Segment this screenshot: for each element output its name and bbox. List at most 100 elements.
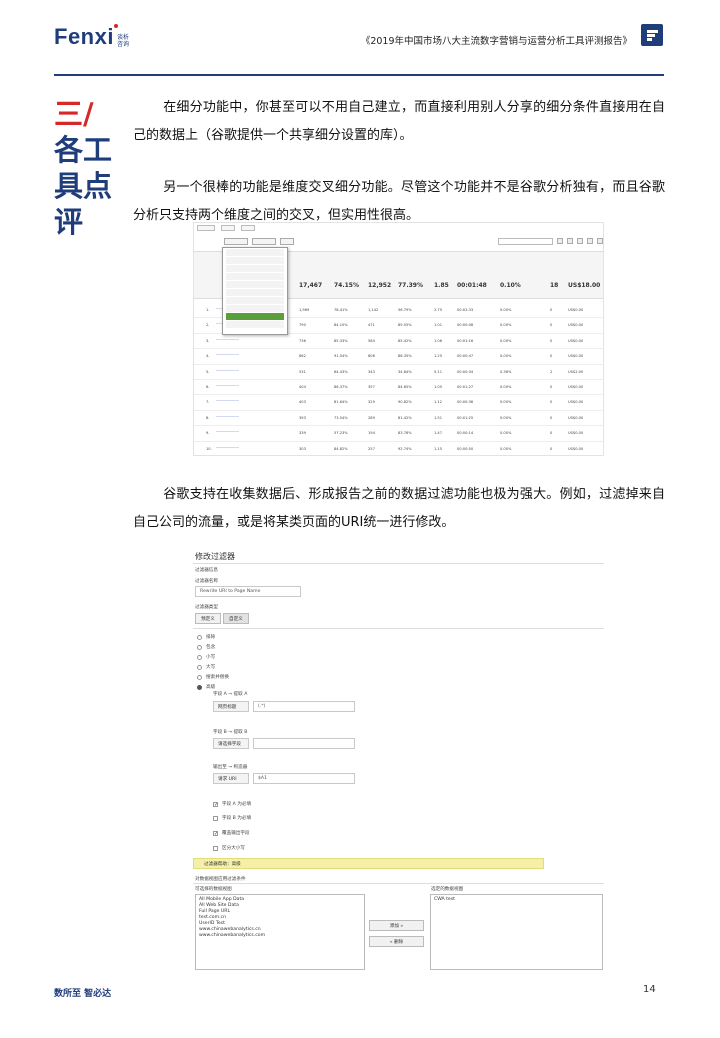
row-metric: 357 [368,384,375,389]
section-title-line-2: 具点 [54,169,113,203]
row-metric: 56.79% [398,308,412,312]
table-row: 9. ‒‒‒‒‒‒‒‒‒‒ 339 57.23% 194 83.78% 1.47 00:00:… [194,426,603,442]
row-metric: US$0.00 [568,431,584,436]
remove-view-button[interactable]: « 删除 [369,936,424,947]
row-page-link[interactable]: ‒‒‒‒‒‒‒‒‒‒ [216,398,278,403]
section-number: 三/ [54,97,94,131]
row-index: 5. [206,369,210,374]
row-page-link[interactable]: ‒‒‒‒‒‒‒‒‒‒ [216,352,278,357]
row-metric: 2.75 [434,308,443,312]
row-metric: 0 [550,384,553,389]
row-metric: 662 [299,354,306,359]
row-index: 4. [206,354,210,359]
row-metric: 2 [550,369,553,374]
row-index: 2. [206,323,210,328]
field-b-select[interactable]: 请选择字段 [213,738,249,749]
row-metric: 86.35% [398,354,412,359]
custom-button[interactable]: 自定义 [223,613,249,624]
row-metric: 00:00:34 [457,369,474,374]
list-item[interactable]: www.chinawebanalytics.com [199,933,361,939]
section-title-line-3: 评 [54,205,84,239]
row-metric: 584 [368,338,375,343]
row-page-link[interactable]: ‒‒‒‒‒‒‒‒‒‒ [216,337,278,342]
row-metric: 0.00% [500,431,512,436]
row-metric: 790 [299,323,306,328]
predefined-button[interactable]: 预定义 [195,613,221,624]
paragraph-1: 在细分功能中，你甚至可以不用自己建立，而直接利用别人分享的细分条件直接用在自己的… [133,100,665,143]
row-index: 1. [206,308,210,312]
output-select[interactable]: 请求 URI [213,773,249,784]
row-metric: 0.00% [500,384,512,389]
row-metric: 1.01 [434,323,443,328]
row-metric: 343 [368,369,375,374]
row-metric: 1.06 [434,338,443,343]
field-a-select[interactable]: 网页标题 [213,701,249,712]
filter-help-text: 过滤器帮助：高级 [204,862,241,867]
ga-report-screenshot: 17,467 74.15% 12,952 77.39% 1.85 00:01:4… [193,222,604,456]
available-views-list[interactable]: All Mobile App Data All Web Site Data Full… [195,894,365,970]
row-metric: 1,969 [299,308,310,312]
row-metric: 0.38% [500,369,512,374]
paragraph-3: 谷歌支持在收集数据后、形成报告之前的数据过滤功能也极为强大。例如，过滤掉来自自己… [133,487,665,530]
row-page-link[interactable]: ‒‒‒‒‒‒‒‒‒‒ [216,445,278,450]
check-field-b-required[interactable] [213,816,218,821]
selected-views-list[interactable]: CWA test [430,894,603,970]
radio-advanced[interactable] [197,685,202,690]
output-input[interactable]: $A1 [253,773,355,784]
row-metric: US$0.00 [568,323,584,328]
row-metric: 303 [299,446,306,451]
row-page-link[interactable]: ‒‒‒‒‒‒‒‒‒‒ [216,414,278,419]
row-page-link[interactable]: ‒‒‒‒‒‒‒‒‒‒ [216,383,278,388]
row-metric: 85.33% [334,338,348,343]
row-metric: 78.41% [334,308,348,312]
filter-editor-title: 修改过滤器 [195,552,235,561]
filter-name-input[interactable]: Rewrite URI to Page Name [195,586,301,597]
radio-uppercase[interactable] [197,665,202,670]
check-case-sensitive[interactable] [213,846,218,851]
row-metric: 5.11 [434,369,443,374]
row-index: 8. [206,415,210,420]
radio-exclude[interactable] [197,635,202,640]
output-label: 输出至 → 构造器 [213,765,248,770]
logo-text: Fenxi [54,24,114,49]
row-metric: 81.42% [398,415,412,420]
filter-help-bar[interactable]: 过滤器帮助：高级 [193,858,544,869]
row-metric: 89.55% [398,323,412,328]
row-metric: US$0.00 [568,400,584,405]
row-metric: 0.00% [500,415,512,420]
row-metric: 00:01:27 [457,384,474,389]
ga-segment-dropdown [222,247,288,335]
row-page-link[interactable]: ‒‒‒‒‒‒‒‒‒‒ [216,429,278,434]
row-metric: 00:01:16 [457,338,474,343]
add-view-button[interactable]: 添加 » [369,920,424,931]
radio-include[interactable] [197,645,202,650]
check-field-a-required[interactable]: ✓ [213,802,218,808]
row-metric: 736 [299,338,306,343]
row-metric: 257 [368,446,375,451]
row-metric: 90.82% [398,400,412,405]
row-metric: 0 [550,446,553,451]
row-metric: 0 [550,431,553,436]
table-row: 6. ‒‒‒‒‒‒‒‒‒‒ 404 86.37% 357 84.65% 1.05 00:01:… [194,380,603,396]
apply-views-label: 对数据视图应用过滤条件 [195,877,246,882]
list-item[interactable]: CWA test [434,897,599,903]
row-metric: US$0.00 [568,384,584,389]
row-metric: 1.47 [434,431,443,436]
table-row: 7. ‒‒‒‒‒‒‒‒‒‒ 403 81.64% 329 90.82% 1.12 00:00:… [194,395,603,411]
row-metric: 00:00:14 [457,431,474,436]
row-metric: 339 [299,431,306,436]
check-override-output[interactable]: ✓ [213,831,218,837]
row-page-link[interactable]: ‒‒‒‒‒‒‒‒‒‒ [216,368,278,373]
radio-search-replace[interactable] [197,675,202,680]
filter-editor-screenshot: 修改过滤器 过滤器信息 过滤器名称 Rewrite URI to Page Na… [193,548,604,970]
ga-dimension-bar [194,234,603,248]
table-row: 10. ‒‒‒‒‒‒‒‒‒‒ 303 84.82% 257 92.74% 1.15 00:00… [194,442,603,455]
field-b-input[interactable] [253,738,355,749]
row-metric: 0.00% [500,446,512,451]
field-a-input[interactable]: (.*) [253,701,355,712]
row-metric: 531 [299,369,306,374]
row-metric: 64.43% [334,369,348,374]
radio-lowercase[interactable] [197,655,202,660]
row-metric: US$0.00 [568,308,584,312]
row-metric: 1.25 [434,354,443,359]
